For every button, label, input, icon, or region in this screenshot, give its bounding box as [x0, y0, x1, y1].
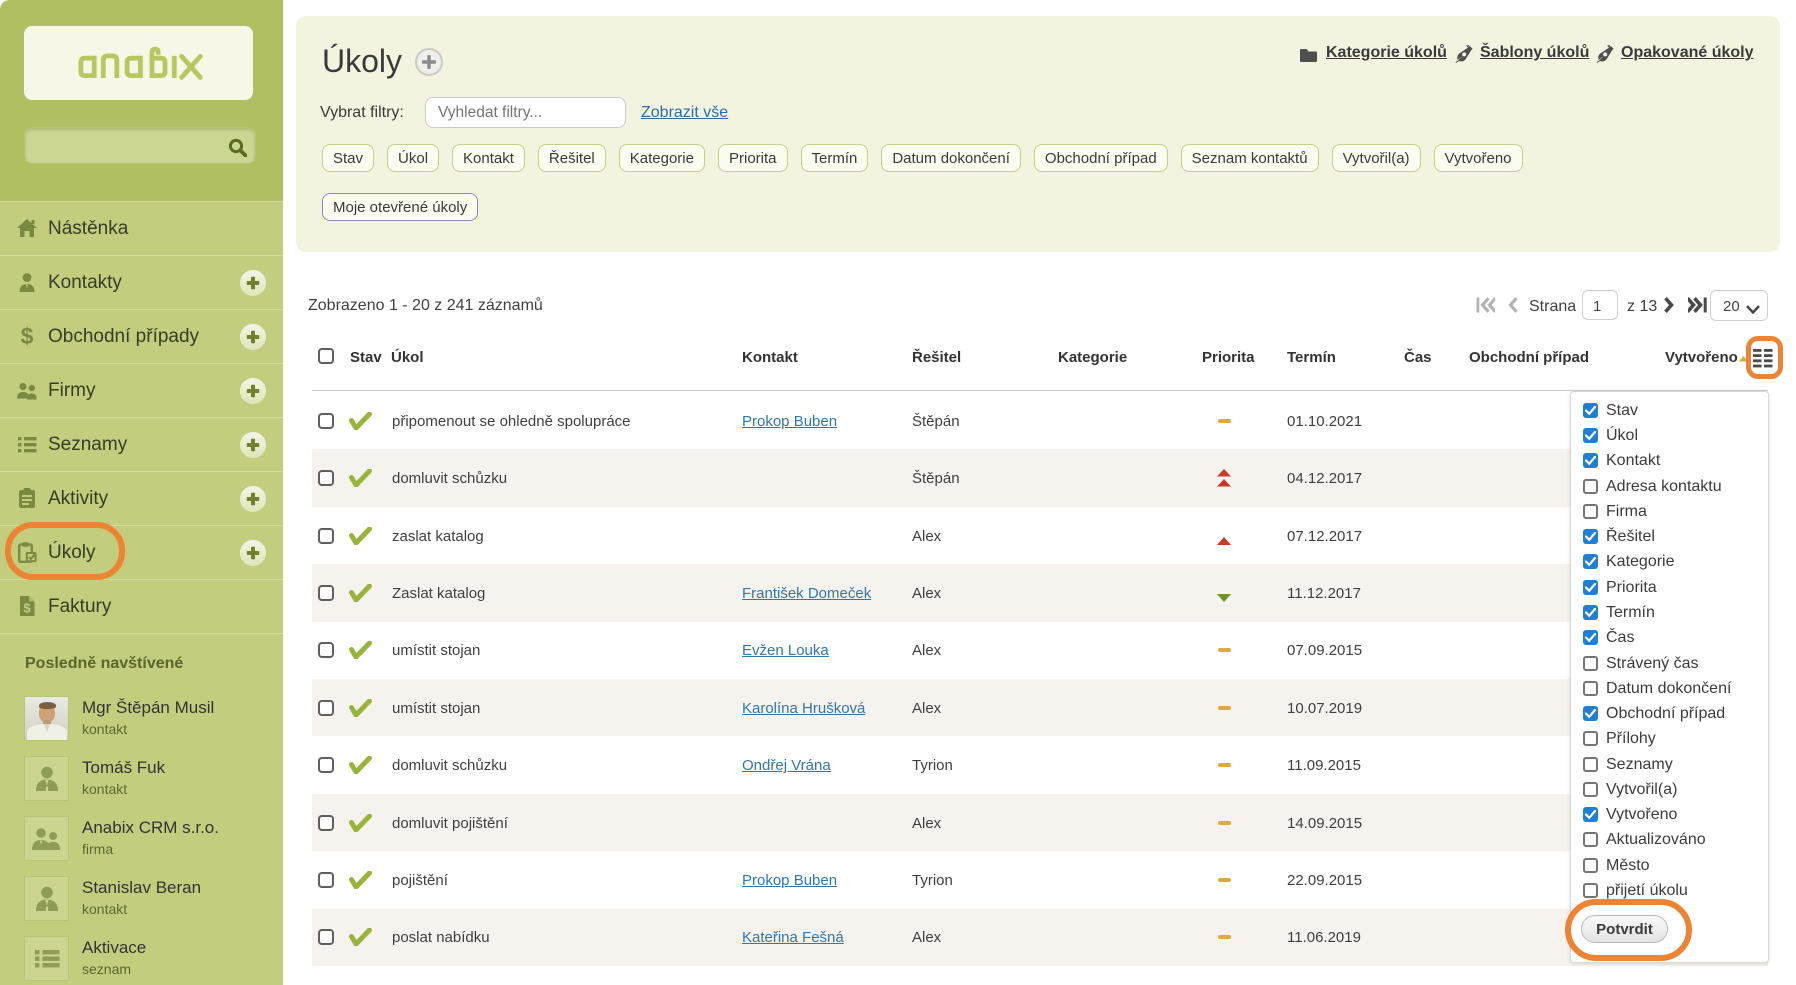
- svg-text:$: $: [23, 601, 31, 616]
- svg-text:$: $: [21, 325, 34, 347]
